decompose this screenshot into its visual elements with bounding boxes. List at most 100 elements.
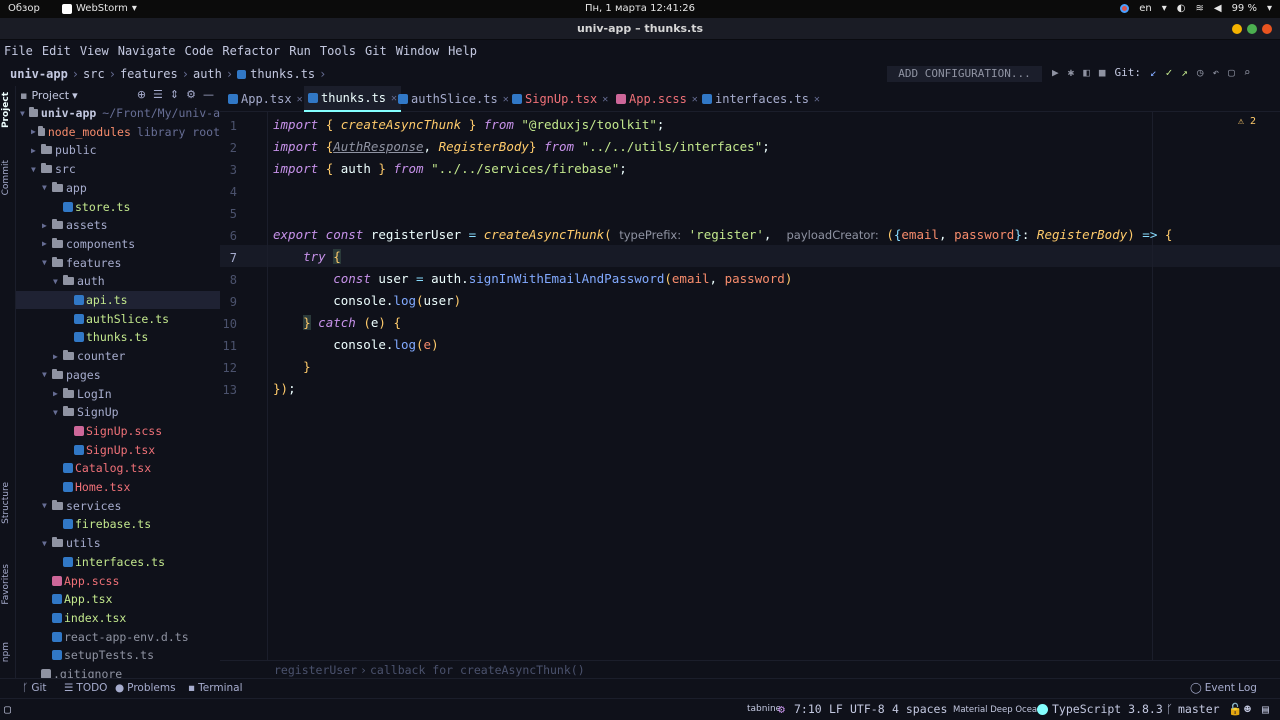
git-update-icon[interactable]: ↙ <box>1150 66 1157 79</box>
tree-folder-components[interactable]: ▶ components <box>16 235 220 253</box>
file-encoding[interactable]: UTF-8 <box>850 702 885 716</box>
tree-folder-signup[interactable]: ▼ SignUp <box>16 403 220 421</box>
tree-folder-auth[interactable]: ▼ auth <box>16 272 220 290</box>
tree-file-catalog[interactable]: Catalog.tsx <box>16 459 220 477</box>
tabnine-status[interactable]: tabnine <box>747 704 781 714</box>
chevron-right-icon[interactable]: ▶ <box>53 389 63 398</box>
chevron-right-icon[interactable]: ▶ <box>31 127 38 136</box>
lock-icon[interactable]: 🔓 <box>1228 702 1242 716</box>
chevron-right-icon[interactable]: ▶ <box>31 146 41 155</box>
git-push-icon[interactable]: ↗ <box>1181 66 1188 79</box>
expand-icon[interactable]: ⇕ <box>170 88 179 101</box>
menu-edit[interactable]: Edit <box>42 44 71 58</box>
maximize-button[interactable] <box>1247 24 1257 34</box>
crumb-features[interactable]: features <box>120 67 178 81</box>
collapse-all-icon[interactable]: ☰ <box>153 88 163 101</box>
chevron-down-icon[interactable]: ▼ <box>42 539 52 548</box>
tab-app-scss[interactable]: App.scss ✕ <box>612 86 702 112</box>
line-number[interactable]: 11 <box>220 339 237 353</box>
caret-position[interactable]: 7:10 <box>794 702 822 716</box>
stop-icon[interactable]: ■ <box>1099 66 1106 79</box>
tree-folder-root[interactable]: ▼ univ-app ~/Front/My/univ-a <box>16 104 220 122</box>
npm-tool-tab[interactable]: npm <box>1 642 11 662</box>
chevron-down-icon[interactable]: ▼ <box>31 165 41 174</box>
tree-folder-node_modules[interactable]: ▶ node_modules library root <box>16 123 220 141</box>
tree-file-app_tsx[interactable]: App.tsx <box>16 590 220 608</box>
chevron-down-icon[interactable]: ▼ <box>42 183 52 192</box>
menu-git[interactable]: Git <box>365 44 387 58</box>
tree-file-api[interactable]: api.ts <box>16 291 220 309</box>
crumb-file[interactable]: thunks.ts <box>250 67 315 81</box>
crumb-project[interactable]: univ-app <box>10 67 68 81</box>
tree-file-react_env[interactable]: react-app-env.d.ts <box>16 628 220 646</box>
chevron-down-icon[interactable]: ▼ <box>42 370 52 379</box>
line-number[interactable]: 5 <box>220 207 237 221</box>
debug-icon[interactable]: ✱ <box>1068 66 1075 79</box>
tree-folder-services[interactable]: ▼ services <box>16 497 220 515</box>
coverage-icon[interactable]: ◧ <box>1083 66 1090 79</box>
tab-authslice-ts[interactable]: authSlice.ts ✕ <box>394 86 513 112</box>
tree-file-gitignore[interactable]: .gitignore <box>16 665 220 678</box>
tree-file-app_scss[interactable]: App.scss <box>16 572 220 590</box>
chevron-right-icon[interactable]: ▶ <box>53 352 63 361</box>
terminal-tool-button[interactable]: ▪ Terminal <box>188 682 243 694</box>
minimize-button[interactable] <box>1232 24 1242 34</box>
crumb-src[interactable]: src <box>83 67 105 81</box>
chevron-down-icon[interactable]: ▼ <box>53 277 63 286</box>
tab-app-tsx[interactable]: App.tsx ✕ <box>224 86 307 112</box>
rollback-icon[interactable]: ↶ <box>1213 66 1220 79</box>
activities-button[interactable]: Обзор <box>8 3 40 14</box>
close-icon[interactable]: ✕ <box>297 94 303 105</box>
todo-tool-button[interactable]: ☰ TODO <box>64 682 107 694</box>
menu-view[interactable]: View <box>80 44 109 58</box>
warnings-indicator[interactable]: ⚠ 2 <box>1238 116 1256 127</box>
status-expand-icon[interactable]: ▢ <box>4 702 11 716</box>
menu-navigate[interactable]: Navigate <box>118 44 176 58</box>
menu-help[interactable]: Help <box>448 44 477 58</box>
line-number[interactable]: 13 <box>220 383 237 397</box>
chevron-right-icon[interactable]: ▶ <box>42 221 52 230</box>
gear-icon[interactable]: ⚙ <box>186 88 196 101</box>
event-log-button[interactable]: ◯ Event Log <box>1190 682 1257 694</box>
system-tray[interactable]: en ▾ ◐ ≋ ◀ 99 % ▾ <box>1120 3 1272 14</box>
favorites-tool-tab[interactable]: Favorites <box>1 564 11 605</box>
close-button[interactable] <box>1262 24 1272 34</box>
tree-folder-src[interactable]: ▼ src <box>16 160 220 178</box>
tree-folder-features[interactable]: ▼ features <box>16 254 220 272</box>
tree-folder-counter[interactable]: ▶ counter <box>16 347 220 365</box>
line-number[interactable]: 4 <box>220 185 237 199</box>
tree-file-authSlice[interactable]: authSlice.ts <box>16 310 220 328</box>
app-menu[interactable]: WebStorm ▾ <box>62 3 137 14</box>
run-icon[interactable]: ▶ <box>1052 66 1059 79</box>
tree-file-signup_tsx[interactable]: SignUp.tsx <box>16 441 220 459</box>
tab-thunks-ts[interactable]: thunks.ts ✕ <box>304 86 402 112</box>
menu-window[interactable]: Window <box>396 44 439 58</box>
line-number[interactable]: 10 <box>220 317 237 331</box>
line-number[interactable]: 6 <box>220 229 237 243</box>
menu-file[interactable]: File <box>4 44 33 58</box>
clock[interactable]: Пн, 1 марта 12:41:26 <box>585 3 695 14</box>
menu-tools[interactable]: Tools <box>320 44 356 58</box>
history-icon[interactable]: ◷ <box>1197 66 1204 79</box>
theme-name[interactable]: Material Deep Ocean <box>953 705 1043 715</box>
chevron-down-icon[interactable]: ▼ <box>42 501 52 510</box>
language-indicator[interactable]: en <box>1139 3 1152 14</box>
tree-file-thunks[interactable]: thunks.ts <box>16 328 220 346</box>
crumb-function[interactable]: registerUser <box>274 663 357 677</box>
close-icon[interactable]: ✕ <box>692 94 698 105</box>
menu-run[interactable]: Run <box>289 44 311 58</box>
tree-file-interfaces[interactable]: interfaces.ts <box>16 553 220 571</box>
tree-folder-login[interactable]: ▶ LogIn <box>16 385 220 403</box>
tree-folder-public[interactable]: ▶ public <box>16 141 220 159</box>
crumb-auth[interactable]: auth <box>193 67 222 81</box>
menu-refactor[interactable]: Refactor <box>222 44 280 58</box>
indent-setting[interactable]: 4 spaces <box>892 702 947 716</box>
line-number[interactable]: 3 <box>220 163 237 177</box>
project-tool-tab[interactable]: Project <box>1 92 11 128</box>
tree-file-firebase[interactable]: firebase.ts <box>16 515 220 533</box>
line-number[interactable]: 1 <box>220 119 237 133</box>
chevron-right-icon[interactable]: ▶ <box>42 239 52 248</box>
line-number[interactable]: 2 <box>220 141 237 155</box>
inspector-icon[interactable]: ☻ <box>1244 702 1251 716</box>
notifications-icon[interactable]: ▤ <box>1262 702 1269 716</box>
